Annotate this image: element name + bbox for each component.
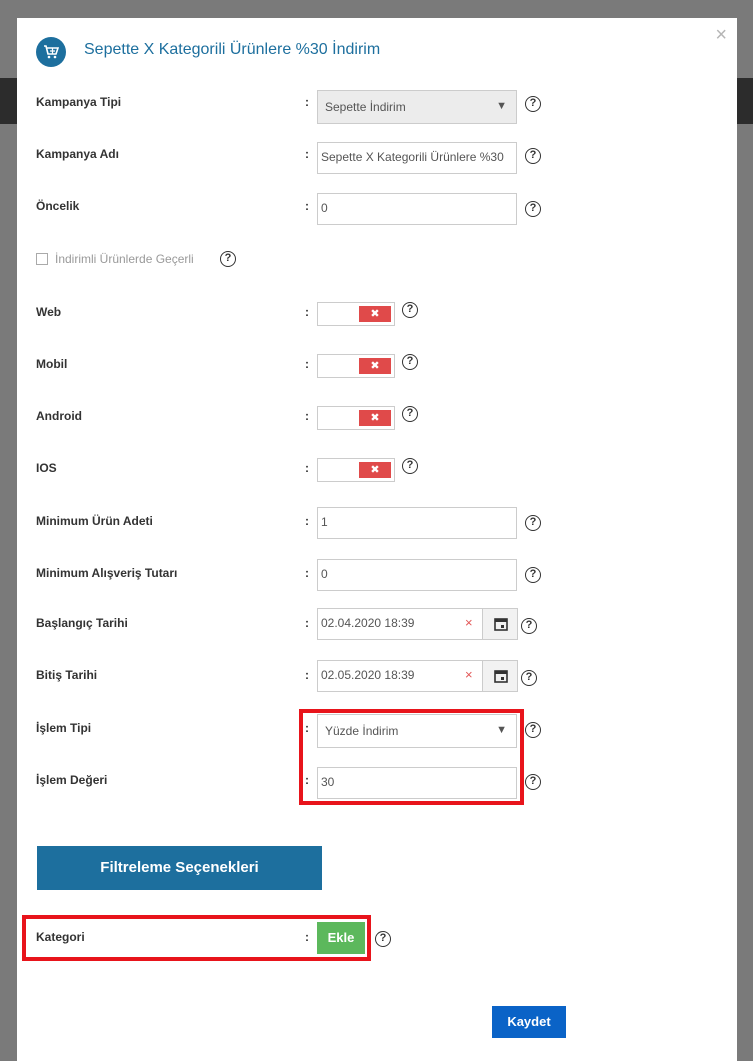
colon: : [305,95,309,109]
android-row: Android : ✖ ? [17,406,737,446]
colon: : [305,566,309,580]
operation-type-label: İşlem Tipi [36,721,92,735]
calendar-icon [494,670,508,683]
help-icon[interactable]: ? [521,618,537,634]
cart-icon [36,37,66,67]
discounted-products-label: İndirimli Ürünlerde Geçerli [55,252,194,266]
min-purchase-input[interactable]: 0 [317,559,517,591]
modal-header: Sepette X Kategorili Ürünlere %30 İndiri… [17,18,737,84]
help-icon[interactable]: ? [220,251,236,267]
modal-title: Sepette X Kategorili Ürünlere %30 İndiri… [84,41,381,58]
help-icon[interactable]: ? [525,722,541,738]
min-product-count-row: Minimum Ürün Adeti : 1 ? [17,507,737,547]
colon: : [305,199,309,213]
campaign-name-row: Kampanya Adı : Sepette X Kategorili Ürün… [17,142,737,182]
colon: : [305,357,309,371]
campaign-modal: Sepette X Kategorili Ürünlere %30 İndiri… [17,18,737,1061]
colon: : [305,616,309,630]
clear-icon[interactable]: × [465,615,473,630]
end-date-field[interactable]: 02.05.2020 18:39 × [317,660,518,692]
calendar-button[interactable] [482,660,518,692]
priority-input[interactable]: 0 [317,193,517,225]
end-date-row: Bitiş Tarihi : 02.05.2020 18:39 × ? [17,660,737,700]
discounted-products-checkbox[interactable] [36,253,48,265]
calendar-button[interactable] [482,608,518,640]
help-icon[interactable]: ? [525,201,541,217]
help-icon[interactable]: ? [525,96,541,112]
campaign-type-value: Sepette İndirim [325,100,406,114]
discounted-products-row: İndirimli Ürünlerde Geçerli ? [17,251,737,291]
help-icon[interactable]: ? [402,406,418,422]
help-icon[interactable]: ? [521,670,537,686]
help-icon[interactable]: ? [402,458,418,474]
mobile-label: Mobil [36,357,68,371]
colon: : [305,668,309,682]
toggle-off-icon: ✖ [359,462,391,478]
mobile-row: Mobil : ✖ ? [17,354,737,394]
campaign-name-label: Kampanya Adı [36,147,119,161]
web-label: Web [36,305,62,319]
min-product-count-label: Minimum Ürün Adeti [36,514,153,528]
highlight-frame-operation [299,709,524,805]
campaign-type-select[interactable]: Sepette İndirim ▼ [317,90,517,124]
campaign-type-row: Kampanya Tipi : Sepette İndirim ▼ ? [17,90,737,130]
toggle-off-icon: ✖ [359,410,391,426]
ios-label: IOS [36,461,57,475]
start-date-row: Başlangıç Tarihi : 02.04.2020 18:39 × ? [17,608,737,648]
help-icon[interactable]: ? [525,567,541,583]
highlight-frame-category [22,915,371,961]
clear-icon[interactable]: × [465,667,473,682]
end-date-value: 02.05.2020 18:39 [321,668,415,682]
end-date-label: Bitiş Tarihi [36,668,98,682]
android-label: Android [36,409,82,423]
web-toggle[interactable]: ✖ [317,302,395,326]
chevron-down-icon: ▼ [496,100,507,112]
calendar-icon [494,618,508,631]
ios-row: IOS : ✖ ? [17,458,737,498]
operation-value-label: İşlem Değeri [36,773,108,787]
start-date-label: Başlangıç Tarihi [36,616,128,630]
campaign-type-label: Kampanya Tipi [36,95,122,109]
priority-row: Öncelik : 0 ? [17,193,737,233]
toggle-off-icon: ✖ [359,306,391,322]
colon: : [305,514,309,528]
help-icon[interactable]: ? [402,354,418,370]
android-toggle[interactable]: ✖ [317,406,395,430]
ios-toggle[interactable]: ✖ [317,458,395,482]
min-purchase-label: Minimum Alışveriş Tutarı [36,566,178,580]
colon: : [305,147,309,161]
colon: : [305,409,309,423]
web-row: Web : ✖ ? [17,302,737,342]
priority-label: Öncelik [36,199,80,213]
help-icon[interactable]: ? [525,515,541,531]
help-icon[interactable]: ? [402,302,418,318]
close-icon[interactable]: × [715,24,727,47]
toggle-off-icon: ✖ [359,358,391,374]
help-icon[interactable]: ? [525,148,541,164]
help-icon[interactable]: ? [525,774,541,790]
mobile-toggle[interactable]: ✖ [317,354,395,378]
colon: : [305,305,309,319]
filter-options-button[interactable]: Filtreleme Seçenekleri [37,846,322,890]
colon: : [305,461,309,475]
start-date-field[interactable]: 02.04.2020 18:39 × [317,608,518,640]
campaign-name-input[interactable]: Sepette X Kategorili Ürünlere %30 [317,142,517,174]
save-button[interactable]: Kaydet [492,1006,566,1038]
min-purchase-row: Minimum Alışveriş Tutarı : 0 ? [17,559,737,599]
help-icon[interactable]: ? [375,931,391,947]
start-date-value: 02.04.2020 18:39 [321,616,415,630]
min-product-count-input[interactable]: 1 [317,507,517,539]
